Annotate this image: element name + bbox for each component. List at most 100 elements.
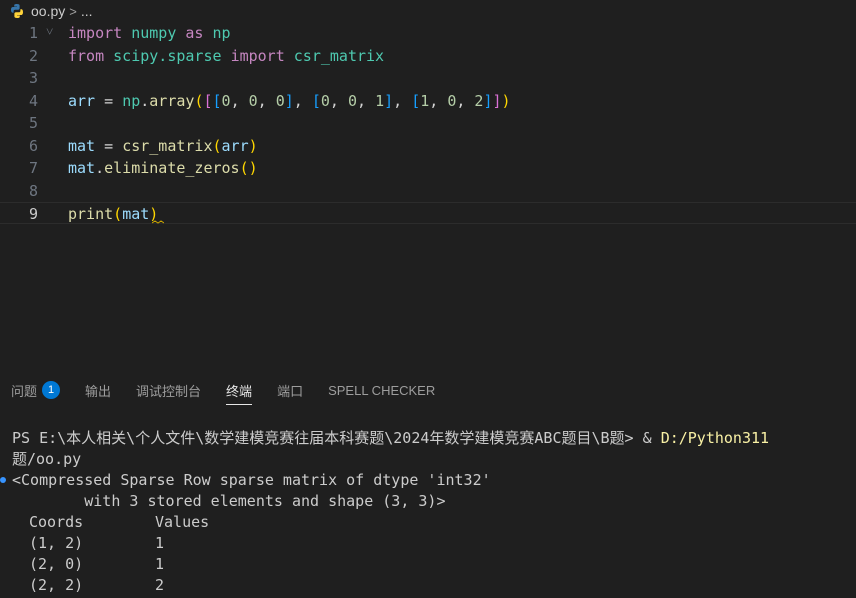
code-token: 0 — [447, 91, 457, 110]
row-coords: (2, 2) — [29, 576, 84, 594]
code-token: , — [357, 91, 376, 110]
code-line[interactable]: 2 from scipy.sparse import csr_matrix — [0, 45, 856, 67]
code-line[interactable]: 6 mat = csr_matrix(arr) — [0, 135, 856, 157]
code-line[interactable]: 5 — [0, 112, 856, 134]
tab-ports[interactable]: 端口 — [277, 372, 303, 408]
tab-label: 输出 — [85, 383, 112, 399]
code-text: mat = csr_matrix(arr) — [68, 135, 258, 157]
code-token: , — [329, 91, 348, 110]
coords-header: Coords — [29, 513, 84, 531]
python-file-icon — [11, 4, 23, 18]
code-token: , — [456, 91, 475, 110]
breadcrumb: oo.py > ... — [0, 0, 856, 22]
code-token: , — [393, 91, 412, 110]
code-token: 0 — [248, 91, 258, 110]
code-token: ] — [384, 91, 394, 110]
code-text: mat.eliminate_zeros() — [68, 157, 258, 179]
line-number: 6 — [28, 136, 38, 155]
code-token: ( — [113, 205, 123, 223]
line-number: 8 — [28, 181, 38, 200]
terminal-output-line: <Compressed Sparse Row sparse matrix of … — [12, 471, 491, 489]
code-token: mat — [68, 159, 96, 177]
code-token: , — [293, 91, 312, 110]
code-line[interactable]: 4 arr = np.array([[0, 0, 0], [0, 0, 1], [… — [0, 90, 856, 112]
problems-count-badge: 1 — [42, 381, 61, 399]
fold-chevron-icon[interactable]: ˅ — [46, 22, 58, 44]
terminal-prompt: PS E:\本人相关\个人文件\数学建模竞赛往届本科赛题\2024年数学建模竞赛… — [12, 429, 643, 447]
tab-spell-checker[interactable]: SPELL CHECKER — [328, 372, 435, 408]
code-token: 0 — [275, 91, 285, 110]
row-coords: (1, 2) — [29, 534, 84, 552]
tab-output[interactable]: 输出 — [85, 372, 111, 408]
row-coords: (2, 0) — [29, 555, 84, 573]
code-token: csr_matrix — [293, 46, 385, 65]
code-token: () — [239, 159, 258, 177]
code-token: [ — [311, 91, 321, 110]
breadcrumb-more[interactable]: ... — [81, 3, 93, 19]
code-token: ( — [212, 136, 222, 155]
code-token: , — [429, 91, 448, 110]
line-number: 3 — [28, 69, 38, 87]
terminal-call-operator: & — [642, 429, 661, 447]
terminal-command-wrap: 题/oo.py — [12, 450, 82, 468]
code-token: print — [68, 205, 114, 223]
code-token: ] — [284, 91, 294, 110]
code-token: 0 — [221, 91, 231, 110]
code-token: eliminate_zeros — [104, 159, 240, 177]
line-number: 5 — [28, 114, 38, 132]
code-token: = — [95, 91, 123, 110]
code-token: 1 — [375, 91, 385, 110]
terminal-command-path: D:/Python311 — [660, 429, 770, 447]
code-text: arr = np.array([[0, 0, 0], [0, 0, 1], [1… — [68, 90, 511, 112]
code-token: import — [68, 24, 123, 42]
code-token: from — [68, 46, 105, 65]
code-token: arr — [68, 91, 96, 110]
line-number: 7 — [28, 159, 38, 177]
code-token: , — [230, 91, 249, 110]
row-value: 1 — [155, 555, 165, 573]
code-token: scipy.sparse — [113, 46, 222, 65]
code-token: . — [140, 91, 150, 110]
tab-label: 端口 — [277, 383, 304, 399]
code-line[interactable]: 3 — [0, 67, 856, 89]
code-line[interactable]: 1 ˅ import numpy as np — [0, 22, 856, 44]
terminal-output[interactable]: PS E:\本人相关\个人文件\数学建模竞赛往届本科赛题\2024年数学建模竞赛… — [0, 428, 856, 598]
code-token: csr_matrix — [122, 136, 213, 155]
code-token: numpy — [131, 24, 177, 42]
row-value: 2 — [155, 576, 165, 594]
code-line[interactable]: 9 print(mat) — [0, 202, 856, 224]
code-token: , — [257, 91, 276, 110]
code-token: 0 — [347, 91, 357, 110]
tab-label: 问题 — [11, 383, 38, 399]
code-line[interactable]: 8 — [0, 180, 856, 202]
code-token: mat — [122, 205, 150, 223]
tab-label: 终端 — [226, 383, 253, 399]
tab-debug-console[interactable]: 调试控制台 — [136, 372, 201, 408]
command-status-dot[interactable] — [0, 477, 6, 483]
terminal-command-line: PS E:\本人相关\个人文件\数学建模竞赛往届本科赛题\2024年数学建模竞赛… — [12, 428, 769, 449]
code-token: import — [230, 46, 285, 65]
code-token: [ — [212, 91, 222, 110]
warning-squiggle-icon — [152, 220, 164, 224]
code-token: ) — [248, 136, 258, 155]
breadcrumb-file[interactable]: oo.py — [31, 3, 65, 19]
code-token: np — [122, 91, 141, 110]
code-token: [ — [411, 91, 421, 110]
code-token: = — [95, 136, 123, 155]
row-value: 1 — [155, 534, 165, 552]
code-token: 1 — [420, 91, 430, 110]
code-token: 0 — [320, 91, 330, 110]
tab-problems[interactable]: 问题 1 — [11, 372, 61, 408]
code-line[interactable]: 7 mat.eliminate_zeros() — [0, 157, 856, 179]
terminal-output-line: with 3 stored elements and shape (3, 3)> — [12, 492, 446, 510]
tab-terminal[interactable]: 终端 — [226, 372, 253, 408]
line-number: 2 — [28, 46, 38, 65]
code-editor[interactable]: 1 ˅ import numpy as np 2 from scipy.sparse i… — [0, 22, 856, 362]
code-token: array — [149, 91, 195, 110]
code-text: from scipy.sparse import csr_matrix — [68, 45, 384, 67]
line-number: 9 — [28, 205, 38, 223]
values-header: Values — [155, 513, 210, 531]
